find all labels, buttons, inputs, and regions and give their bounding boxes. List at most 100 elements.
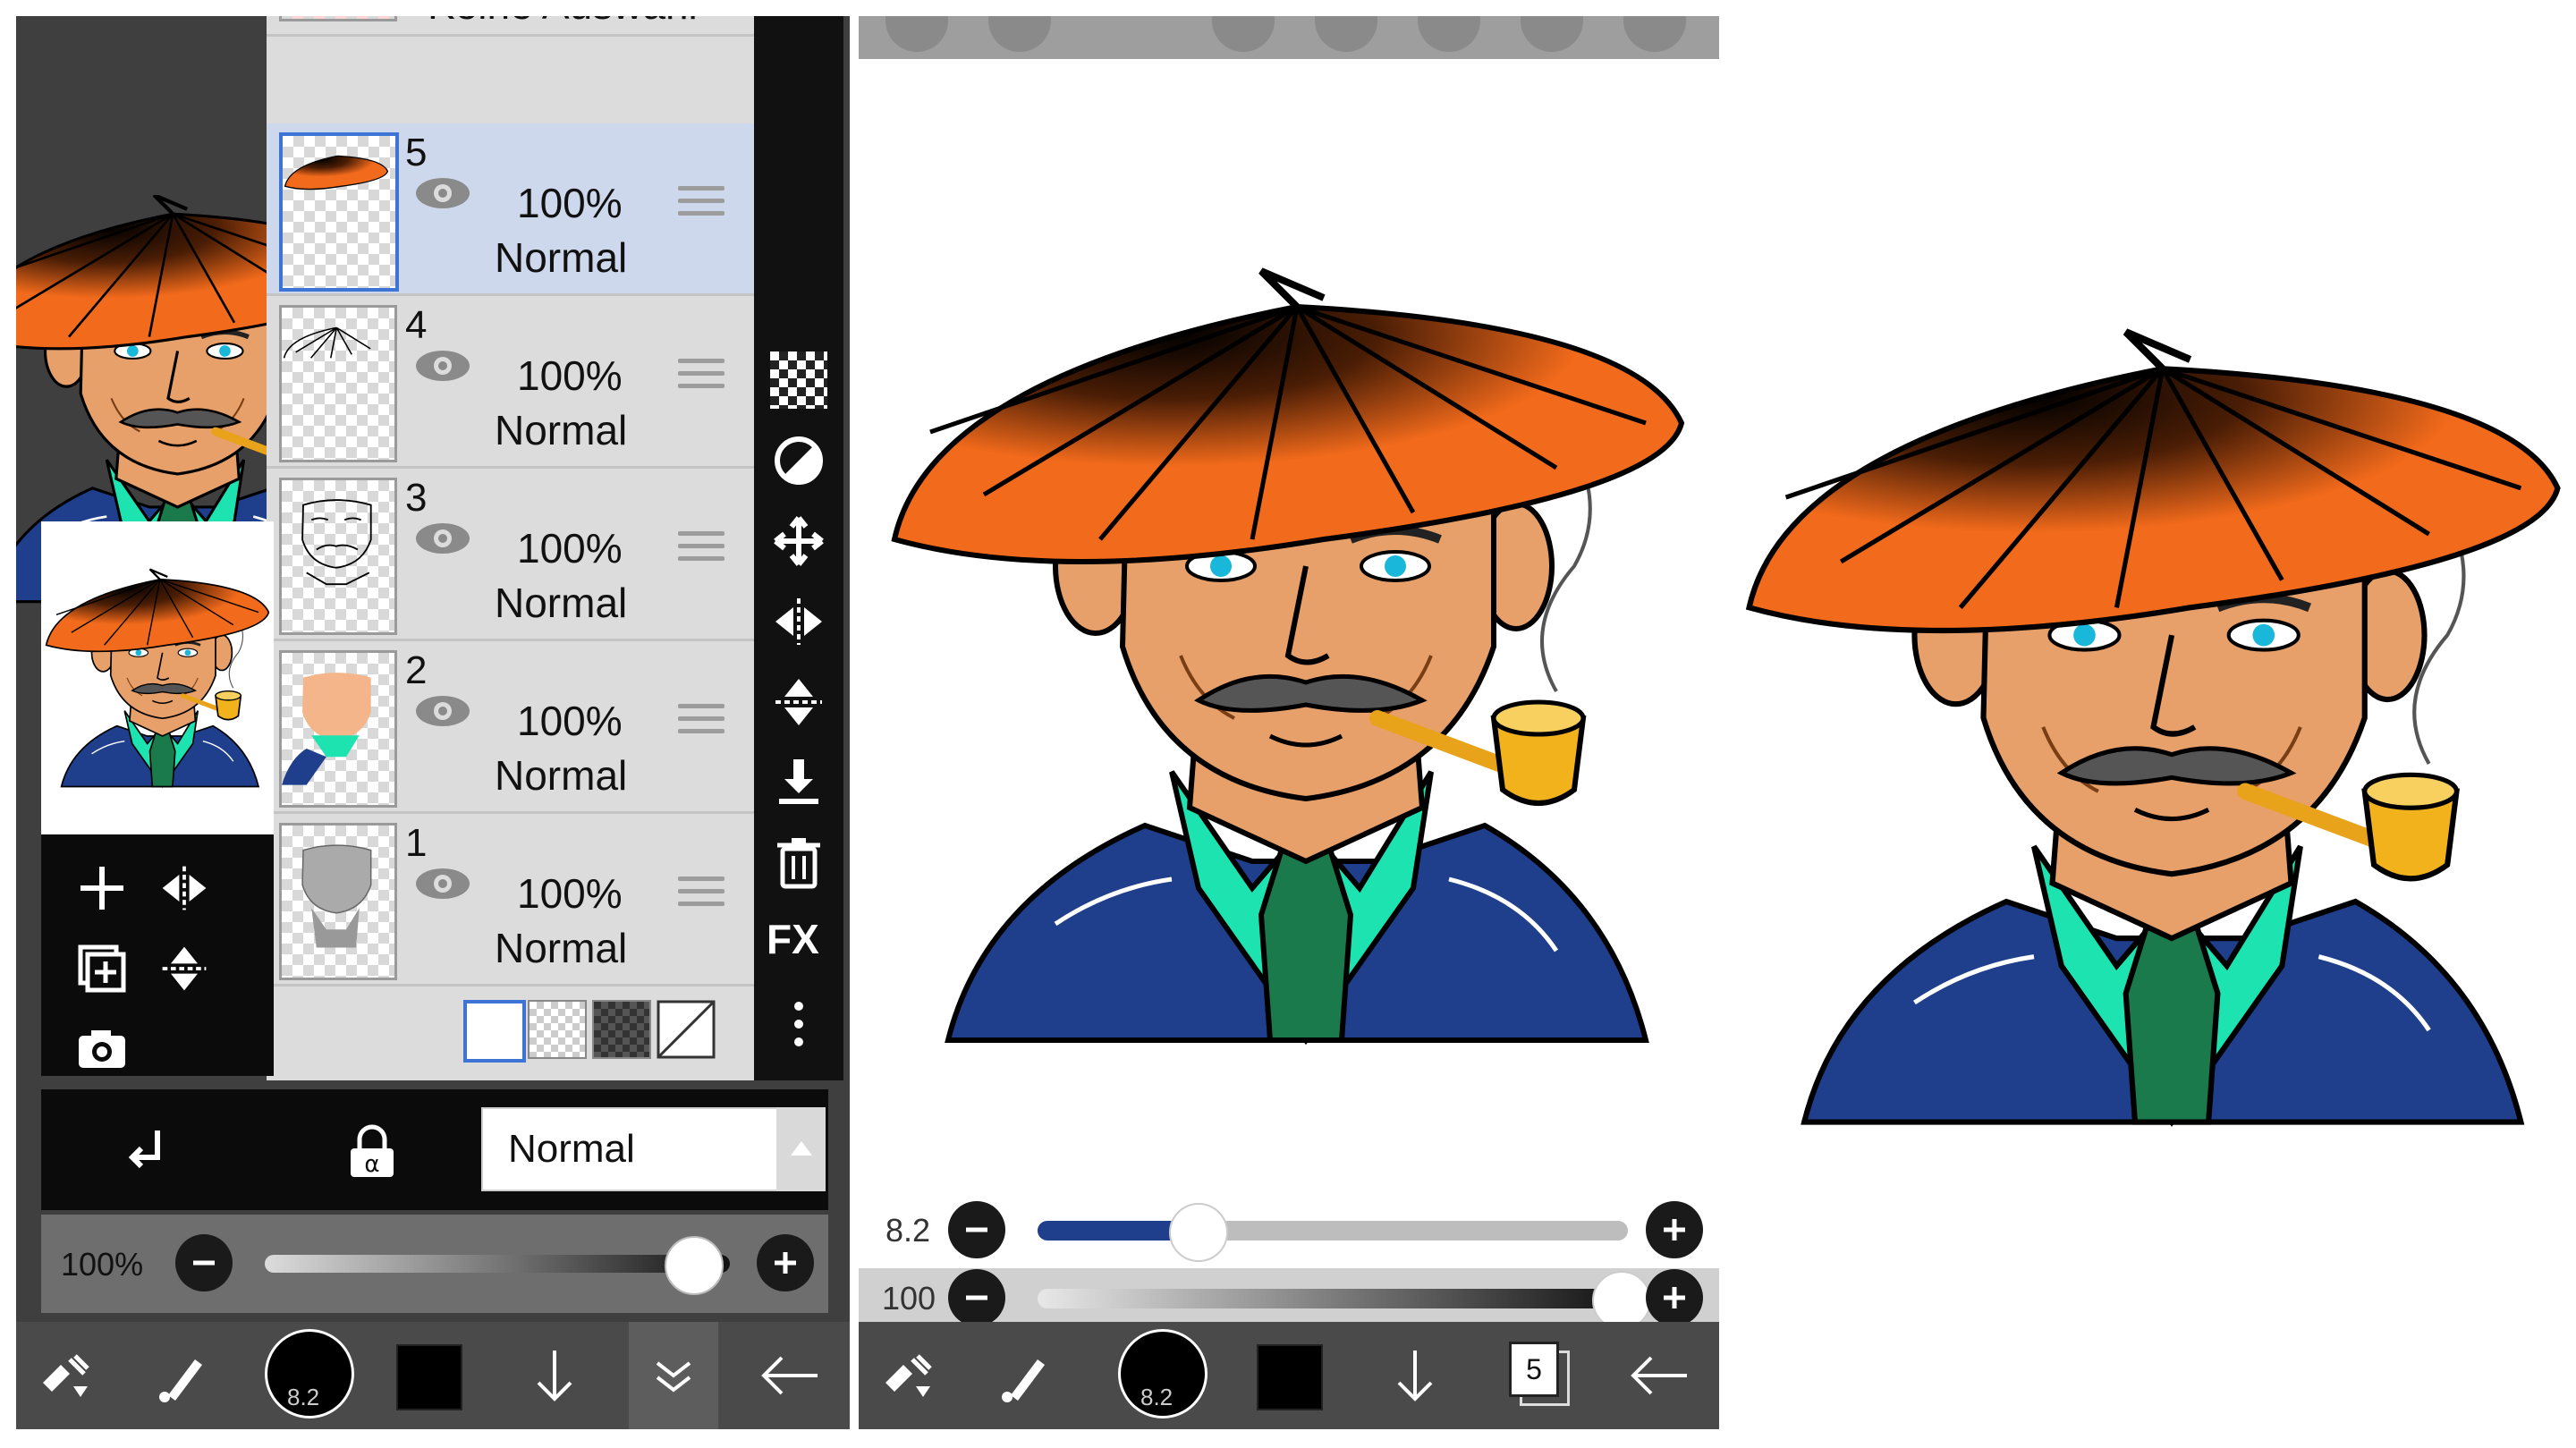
duplicate-layer-icon[interactable] bbox=[75, 942, 129, 995]
brush-size-button[interactable]: 8.2 bbox=[1118, 1329, 1208, 1418]
chevron-up-icon bbox=[791, 1141, 812, 1156]
eye-icon[interactable] bbox=[414, 348, 471, 384]
blend-mode-arrow[interactable] bbox=[776, 1107, 826, 1191]
color-swatch[interactable] bbox=[1257, 1344, 1323, 1410]
size-track[interactable] bbox=[1038, 1221, 1628, 1241]
alpha-lock-icon[interactable]: α bbox=[345, 1123, 399, 1181]
minus-icon bbox=[966, 1227, 987, 1232]
layer-row-2[interactable]: 2 100% Normal bbox=[267, 641, 754, 814]
brush-opacity-plus-button[interactable] bbox=[1646, 1269, 1703, 1326]
layer-opacity: 100% bbox=[517, 698, 623, 744]
layers-button[interactable]: 5 bbox=[1507, 1342, 1570, 1408]
layer-row-4[interactable]: 4 100% Normal bbox=[267, 296, 754, 469]
brush-icon[interactable] bbox=[993, 1347, 1055, 1404]
top-tool-button[interactable] bbox=[1623, 16, 1686, 52]
preview-art bbox=[41, 521, 274, 834]
layer-thumbnail bbox=[279, 305, 397, 462]
svg-text:α: α bbox=[364, 1151, 379, 1178]
merge-down-icon[interactable] bbox=[770, 754, 827, 811]
layer-count-badge: 5 bbox=[1509, 1342, 1559, 1397]
tool-switch-icon[interactable] bbox=[34, 1347, 97, 1404]
layer-opacity: 100% bbox=[517, 525, 623, 572]
color-swatch[interactable] bbox=[396, 1344, 462, 1410]
drag-handle-icon[interactable] bbox=[678, 531, 724, 567]
layer-panel-toggle[interactable] bbox=[629, 1322, 718, 1429]
minus-icon bbox=[193, 1260, 215, 1266]
tool-switch-icon[interactable] bbox=[877, 1347, 939, 1404]
brush-size-button[interactable]: 8.2 bbox=[265, 1329, 354, 1418]
flip-horizontal-icon[interactable] bbox=[157, 861, 211, 915]
brush-size-badge: 8.2 bbox=[1140, 1384, 1174, 1410]
opacity-slider-knob[interactable] bbox=[665, 1236, 724, 1295]
trash-icon[interactable] bbox=[770, 834, 827, 892]
fx-button[interactable]: FX bbox=[767, 915, 819, 963]
layer-row-5[interactable]: 5 100% Normal bbox=[267, 123, 754, 296]
layer-row-3[interactable]: 3 100% Normal bbox=[267, 469, 754, 641]
layer-opacity: 100% bbox=[517, 180, 623, 226]
canvas-artwork[interactable] bbox=[877, 88, 1699, 1232]
plus-icon bbox=[775, 1252, 796, 1274]
back-arrow-icon[interactable] bbox=[1628, 1347, 1690, 1404]
drag-handle-icon[interactable] bbox=[678, 876, 724, 912]
drag-handle-icon[interactable] bbox=[678, 704, 724, 740]
layer-thumbnail bbox=[279, 478, 397, 635]
layer-opacity: 100% bbox=[517, 352, 623, 399]
blend-mode-select[interactable]: Normal bbox=[481, 1107, 780, 1191]
flip-vertical-icon[interactable] bbox=[157, 942, 211, 995]
eye-icon[interactable] bbox=[414, 693, 471, 729]
brush-sliders: 8.2 100 bbox=[859, 1174, 1719, 1330]
chevron-double-down-icon bbox=[656, 1361, 691, 1393]
opacity-minus-button[interactable] bbox=[175, 1234, 233, 1291]
camera-icon[interactable] bbox=[75, 1027, 129, 1071]
brush-icon[interactable] bbox=[150, 1347, 213, 1404]
eye-icon[interactable] bbox=[414, 175, 471, 211]
size-minus-button[interactable] bbox=[948, 1201, 1005, 1258]
top-tool-button[interactable] bbox=[1521, 16, 1583, 52]
flip-horizontal-icon[interactable] bbox=[770, 593, 827, 650]
paper-white-swatch[interactable] bbox=[463, 1000, 526, 1063]
arrow-down-icon[interactable] bbox=[1386, 1347, 1444, 1404]
layer-blend-mode: Normal bbox=[495, 752, 628, 799]
eye-icon[interactable] bbox=[414, 866, 471, 902]
top-tool-button[interactable] bbox=[1212, 16, 1275, 52]
blend-mode-value: Normal bbox=[508, 1127, 635, 1171]
navigator-preview[interactable] bbox=[41, 521, 274, 834]
circle-half-icon[interactable] bbox=[770, 432, 827, 489]
layer-blend-mode: Normal bbox=[495, 407, 628, 453]
layer-row-1[interactable]: 1 100% Normal bbox=[267, 814, 754, 987]
move-icon[interactable] bbox=[770, 512, 827, 570]
brush-opacity-minus-button[interactable] bbox=[948, 1269, 1005, 1326]
brush-opacity-track[interactable] bbox=[1038, 1289, 1628, 1308]
drag-handle-icon[interactable] bbox=[678, 359, 724, 394]
bottom-toolbar: 8.2 5 bbox=[859, 1322, 1719, 1429]
size-slider-knob[interactable] bbox=[1169, 1203, 1229, 1262]
flip-vertical-icon[interactable] bbox=[770, 673, 827, 731]
checker-icon[interactable] bbox=[770, 351, 827, 409]
arrow-down-icon[interactable] bbox=[526, 1347, 583, 1404]
opacity-plus-button[interactable] bbox=[757, 1234, 814, 1291]
layer-opacity: 100% bbox=[517, 870, 623, 917]
selection-layer-row[interactable]: Keine Auswahl bbox=[267, 16, 754, 37]
back-arrow-icon[interactable] bbox=[758, 1347, 821, 1404]
eye-icon[interactable] bbox=[414, 521, 471, 556]
top-tool-button[interactable] bbox=[1418, 16, 1480, 52]
more-icon[interactable] bbox=[770, 995, 827, 1053]
top-tool-button[interactable] bbox=[886, 16, 948, 52]
layer-blend-mode: Normal bbox=[495, 580, 628, 626]
size-plus-button[interactable] bbox=[1646, 1201, 1703, 1258]
top-tool-button[interactable] bbox=[988, 16, 1051, 52]
add-layer-icon[interactable] bbox=[75, 861, 129, 915]
drag-handle-icon[interactable] bbox=[678, 186, 724, 222]
layer-tools-column: FX bbox=[754, 16, 843, 1080]
clipping-icon[interactable] bbox=[122, 1125, 175, 1179]
layer-blend-mode: Normal bbox=[495, 234, 628, 281]
top-tool-button[interactable] bbox=[1315, 16, 1377, 52]
paper-transparent-swatch[interactable] bbox=[528, 1000, 587, 1059]
opacity-track[interactable] bbox=[265, 1255, 730, 1273]
brush-size-value: 8.2 bbox=[886, 1212, 931, 1249]
paper-dark-swatch[interactable] bbox=[592, 1000, 651, 1059]
paper-none-swatch[interactable] bbox=[657, 1000, 716, 1059]
brush-opacity-value: 100 bbox=[882, 1280, 936, 1317]
final-artwork bbox=[1731, 70, 2576, 1393]
layer-list: Keine Auswahl 5 100% Normal 4 100% Norma… bbox=[267, 16, 754, 1080]
